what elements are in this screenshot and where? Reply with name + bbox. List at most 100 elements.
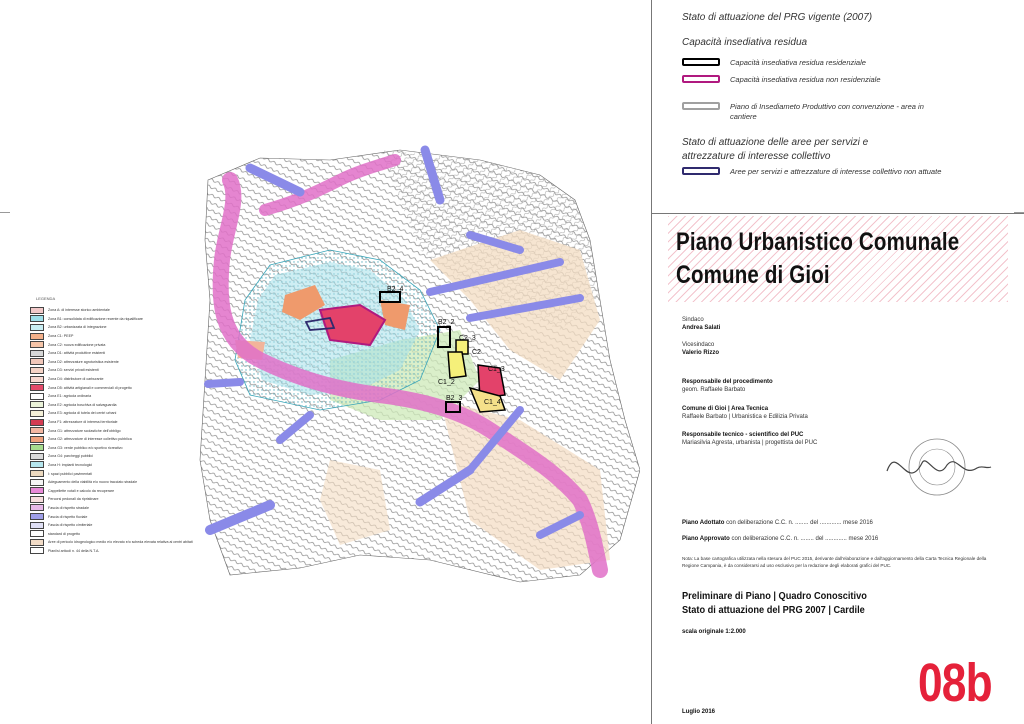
zoning-legend-label: Zona G3: verde pubblico e/o sportivo ric… [48,445,123,450]
scale-note: scala originale 1:2.000 [682,629,746,635]
zoning-legend-label: I: spazi pubblici pavimentati [48,471,92,476]
legend-label-services: Aree per servizi e attrezzature di inter… [730,167,942,176]
zoning-legend-item: Zona D5: attività artigianali e commerci… [30,383,180,392]
zoning-legend-swatch [30,375,44,383]
zoning-legend-item: I: spazi pubblici pavimentati [30,469,180,478]
zoning-legend-label: Zona G1: attrezzature scolastiche dell'o… [48,428,121,433]
map-label-b2-4: B2_4 [387,286,403,293]
map-label-c2: C2 [472,349,481,356]
legend-label-pip: Piano di Insediameto Produttivo con conv… [730,102,924,121]
map-label-b2-2: B2_2 [438,319,454,326]
zoning-legend-label: Cappellette votali e calcolo da recupera… [48,488,115,493]
zoning-legend-item: Fascia di rispetto stradale [30,504,180,513]
legend-item-residential: Capacità insediativa residua residenzial… [682,58,866,68]
area-c1-2[interactable] [447,351,467,379]
legend-swatch-non-residential [682,75,720,83]
zoning-legend-swatch [30,401,44,409]
zoning-legend-item: Zona C1: PEEP [30,332,180,341]
zoning-legend-label: Zona G4: parcheggi pubblici [48,454,93,459]
legend-swatch-residential [682,58,720,66]
zoning-legend-item: Fascia di rispetto fluviale [30,512,180,521]
zoning-legend: LEGENDA Zona A: di interesse storico amb… [30,296,193,556]
zoning-legend-item: Zona F1: attrezzature di interessi terri… [30,418,180,427]
zoning-legend-label: Fascia di rispetto stradale [48,505,89,510]
zoning-legend-item: standard di progetto [30,529,180,538]
legend-title: Stato di attuazione del PRG vigente (200… [682,12,873,23]
zoning-legend-label: Zona B2: urbanizzata di integrazione [48,325,107,330]
zoning-legend-label: Zona C1: PEEP [48,334,74,339]
zoning-legend-swatch [30,358,44,366]
resp-tec-name: Mariasilvia Agresta, urbanista | progett… [682,440,818,446]
zoning-legend-label: Zona E1: agricola ordinaria [48,394,92,399]
zoning-legend-swatch [30,366,44,374]
river-buffer-6 [204,378,244,388]
zoning-legend-label: Fascia di rispetto cimiteriale [48,523,93,528]
legend-item-non-residential: Capacità insediativa residua non residen… [682,75,881,85]
vicesindaco-label: Vicesindaco [682,342,715,348]
sindaco-name: Andrea Salati [682,325,721,331]
zoning-legend-label: Zona G2: attrezzature di interesse colle… [48,437,132,442]
piano-approvato: Piano Approvato con deliberazione C.C. n… [682,535,878,543]
zoning-legend-swatch [30,444,44,452]
zoning-legend-label: Zona D3: servizi privati esistenti [48,368,99,373]
zoning-legend-item: Piani/si articoli n. 44 della N.T.A. [30,547,180,556]
plan-subject: Stato di attuazione del PRG 2007 | Cardi… [682,604,865,616]
zoning-legend-label: Zona A: di interesse storico ambientale [48,308,110,313]
legend-swatch-services [682,167,720,175]
zoning-legend-item: Zona D2: attrezzature agroturistica esis… [30,358,180,367]
zoning-legend-swatch [30,341,44,349]
zoning-legend-item: Zona D4: distributore di carburante [30,375,180,384]
zoning-legend-swatch [30,538,44,546]
approvato-text: con deliberazione C.C. n. ........ del .… [731,536,879,542]
zoning-legend-swatch [30,409,44,417]
zoning-legend-item: Zona E1: agricola ordinaria [30,392,180,401]
professional-stamp [886,438,992,496]
zoning-legend-swatch [30,513,44,521]
zoning-legend-swatch [30,392,44,400]
zoning-legend-item: Zona G4: parcheggi pubblici [30,452,180,461]
zoning-legend-swatch [30,504,44,512]
zoning-legend-label: Piani/si articoli n. 44 della N.T.A. [48,548,100,553]
map-label-c1-2: C1_2 [438,379,455,386]
sindaco-label: Sindaco [682,317,704,323]
zoning-legend-label: Zona E3: agricola di tutela dei centri u… [48,411,117,416]
zoning-legend-swatch [30,323,44,331]
resp-proc-label: Responsabile del procedimento [682,379,773,385]
zoning-legend-swatch [30,315,44,323]
zoning-legend-swatch [30,349,44,357]
area-tecnica-name: Raffaele Barbato | Urbanistica e Edilizi… [682,414,808,420]
map-label-c1-3: C1_3 [488,366,505,373]
zoning-legend-label: Zona D2: attrezzature agroturistica esis… [48,359,119,364]
plan-title: Piano Urbanistico Comunale [676,228,960,256]
legend-subtitle: Capacità insediativa residua [682,37,808,48]
legend-item-pip: Piano di Insediameto Produttivo con conv… [682,102,930,122]
zoning-legend-item: Zona B2: urbanizzata di integrazione [30,323,180,332]
legend-divider [651,213,1024,214]
zoning-legend-swatch [30,478,44,486]
zoning-legend-label: Zona D4: distributore di carburante [48,377,104,382]
zoning-legend-item: Zona B1: consolidata di edificazione rec… [30,315,180,324]
zoning-legend-swatch [30,435,44,443]
zoning-legend-swatch [30,461,44,469]
zoning-legend-label: Adeguamento della viabilità e/o nuovo tr… [48,480,138,485]
zoning-legend-label: Zona H: impianti tecnologici [48,462,93,467]
municipality-title: Comune di Gioi [676,261,830,289]
resp-proc-name: geom. Raffaele Barbato [682,387,746,393]
piano-adottato: Piano Adottato con deliberazione C.C. n.… [682,519,873,527]
legend-label-non-residential: Capacità insediativa residua non residen… [730,75,881,84]
zoning-legend-item: Fascia di rispetto cimiteriale [30,521,180,530]
zoning-legend-swatch [30,487,44,495]
cartography-note: Nota: La base cartografica utilizzata ne… [682,556,987,568]
zoning-legend-swatch [30,547,44,555]
sheet-code: 08b [918,653,993,713]
zoning-legend-label: Zona D1: attività produttive esistenti [48,351,106,356]
zoning-legend-swatch [30,495,44,503]
zoning-legend-label: Zona F1: attrezzature di interessi terri… [48,420,118,425]
zoning-legend-item: Zona H: impianti tecnologici [30,461,180,470]
zoning-legend-swatch [30,418,44,426]
zoning-legend-label: Aree di pericolo idrogeologico medio e/o… [48,540,193,545]
map-label-c2-3: C2_3 [459,335,476,342]
zoning-legend-swatch [30,306,44,314]
map-label-c1-4: C1_4 [484,399,501,406]
legend-swatch-pip [682,102,720,110]
